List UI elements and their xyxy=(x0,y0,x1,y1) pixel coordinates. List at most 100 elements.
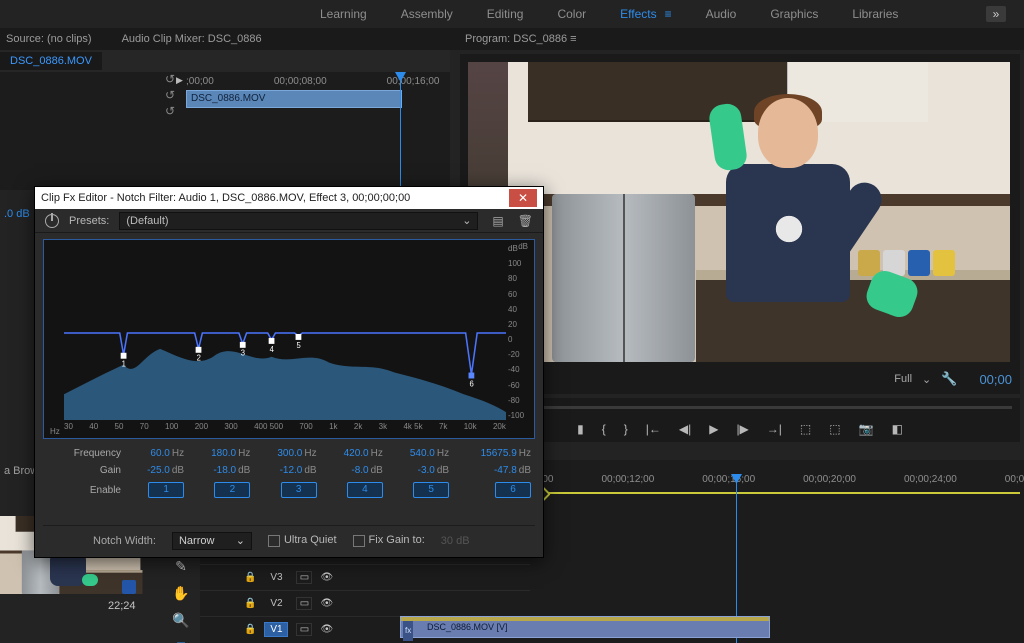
tab-graphics[interactable]: Graphics xyxy=(770,7,818,21)
eye-icon[interactable]: 👁 xyxy=(320,624,333,635)
power-icon[interactable] xyxy=(45,214,59,228)
compare-icon[interactable]: ◧ xyxy=(892,422,903,436)
enable-6[interactable]: 6 xyxy=(495,482,531,498)
gain-6[interactable]: -47.8dB xyxy=(453,462,535,479)
program-timecode[interactable]: 00;00 xyxy=(979,372,1012,387)
lift-icon[interactable]: ⬚ xyxy=(800,422,811,436)
mark-out-icon[interactable]: } xyxy=(624,422,628,436)
preset-delete-icon[interactable]: 🗑 xyxy=(518,214,533,228)
mark-in-icon[interactable]: { xyxy=(602,422,606,436)
sync-lock-icon[interactable]: ▭ xyxy=(296,623,312,636)
enable-3[interactable]: 3 xyxy=(281,482,317,498)
preset-select[interactable]: (Default)⌄ xyxy=(119,212,478,230)
program-video[interactable] xyxy=(468,62,1010,362)
enable-4[interactable]: 4 xyxy=(347,482,383,498)
effects-menu-icon[interactable]: ≡ xyxy=(665,7,672,21)
full-select[interactable]: Full xyxy=(894,373,912,385)
enable-2[interactable]: 2 xyxy=(214,482,250,498)
source-ruler[interactable]: ;00;00 00;00;08;00 00;00;16;00 0 xyxy=(186,72,446,90)
tab-learning[interactable]: Learning xyxy=(320,7,367,21)
program-panel-label[interactable]: Program: DSC_0886 ≡ xyxy=(465,33,577,45)
timeline-ruler[interactable]: 3;00 00;00;12;00 00;00;16;00 00;00;20;00… xyxy=(534,474,1020,494)
step-back-icon[interactable]: ◀| xyxy=(679,422,691,436)
gain-4[interactable]: -8.0dB xyxy=(321,462,387,479)
program-monitor: Fit⌄ Full⌄ 🔧 00;00 xyxy=(460,54,1020,394)
fix-gain-checkbox[interactable]: Fix Gain to: xyxy=(353,534,425,546)
sync-lock-icon[interactable]: ▭ xyxy=(296,571,312,584)
notch-width-select[interactable]: Narrow⌄ xyxy=(172,532,252,550)
gain-2[interactable]: -18.0dB xyxy=(188,462,254,479)
enable-1[interactable]: 1 xyxy=(148,482,184,498)
track-v2[interactable]: 🔒 V2 ▭ 👁 xyxy=(200,590,530,616)
freq-2[interactable]: 180.0Hz xyxy=(188,445,254,462)
track-v3[interactable]: 🔒 V3 ▭ 👁 xyxy=(200,564,530,590)
type-tool-icon[interactable]: T xyxy=(177,639,186,643)
gain-1[interactable]: -25.0dB xyxy=(125,462,188,479)
eye-icon[interactable]: 👁 xyxy=(320,598,333,609)
extract-icon[interactable]: ⬚ xyxy=(829,422,840,436)
tab-libraries[interactable]: Libraries xyxy=(852,7,898,21)
program-scrubber[interactable] xyxy=(460,398,1020,416)
freq-1[interactable]: 60.0Hz xyxy=(125,445,188,462)
go-out-icon[interactable]: →| xyxy=(767,422,782,436)
tab-editing[interactable]: Editing xyxy=(487,7,524,21)
enable-5[interactable]: 5 xyxy=(413,482,449,498)
transport-controls: ▮ { } |← ◀| ▶ |▶ →| ⬚ ⬚ 📷 ◧ xyxy=(460,416,1020,442)
source-panel-label[interactable]: Source: (no clips) xyxy=(6,33,92,45)
freq-4[interactable]: 420.0Hz xyxy=(321,445,387,462)
lock-icon[interactable]: 🔒 xyxy=(244,598,256,609)
notch-width-label: Notch Width: xyxy=(93,535,156,547)
x-axis: 304050 70100200 300400 500700 1k2k3k 4k … xyxy=(64,422,506,436)
work-area-bar[interactable] xyxy=(534,492,1020,494)
gain-3[interactable]: -12.0dB xyxy=(254,462,320,479)
svg-text:1: 1 xyxy=(122,360,126,369)
tab-effects[interactable]: Effects xyxy=(620,7,656,21)
snap-icon[interactable]: ↺ xyxy=(165,72,175,86)
source-monitor: DSC_0886.MOV ↺ ↺ ↺ ▶ ;00;00 00;00;08;00 … xyxy=(0,50,450,190)
svg-text:4: 4 xyxy=(270,345,275,354)
hand-tool-icon[interactable]: ✋ xyxy=(172,585,189,602)
lock-icon[interactable]: 🔒 xyxy=(244,624,256,635)
freq-6[interactable]: 15675.9Hz xyxy=(453,445,535,462)
step-fwd-icon[interactable]: |▶ xyxy=(736,422,748,436)
wrench-icon[interactable]: 🔧 xyxy=(941,371,957,387)
workspace-overflow-icon[interactable]: » xyxy=(986,6,1006,22)
ultra-quiet-checkbox[interactable]: Ultra Quiet xyxy=(268,534,337,546)
db-label: .0 dB xyxy=(4,208,30,220)
source-clip[interactable]: DSC_0886.MOV xyxy=(186,90,402,108)
fx-params: Frequency 60.0Hz 180.0Hz 300.0Hz 420.0Hz… xyxy=(43,445,535,501)
snap-icon-3[interactable]: ↺ xyxy=(165,104,175,118)
close-icon[interactable]: ✕ xyxy=(509,189,537,207)
audio-mixer-label[interactable]: Audio Clip Mixer: DSC_0886 xyxy=(122,33,262,45)
preset-save-icon[interactable]: ▤ xyxy=(492,214,503,228)
thumb-duration: 22;24 xyxy=(108,600,136,612)
freq-5[interactable]: 540.0Hz xyxy=(387,445,453,462)
fx-badge-icon: fx xyxy=(403,621,413,641)
eq-graph[interactable]: dB Hz dB10080 604020 0-20-40 -60-80-100 … xyxy=(43,239,535,439)
freq-3[interactable]: 300.0Hz xyxy=(254,445,320,462)
go-in-icon[interactable]: |← xyxy=(646,422,661,436)
export-frame-icon[interactable]: 📷 xyxy=(859,422,874,436)
tab-audio[interactable]: Audio xyxy=(706,7,737,21)
source-playhead-line xyxy=(400,72,401,192)
tab-color[interactable]: Color xyxy=(557,7,586,21)
gain-5[interactable]: -3.0dB xyxy=(387,462,453,479)
eye-icon[interactable]: 👁 xyxy=(320,572,333,583)
fix-gain-value: 30 dB xyxy=(441,535,470,547)
add-marker-icon[interactable]: ▮ xyxy=(577,422,584,436)
fx-titlebar[interactable]: Clip Fx Editor - Notch Filter: Audio 1, … xyxy=(35,187,543,209)
pen-tool-icon[interactable]: ✎ xyxy=(175,558,187,575)
chevron-down-icon[interactable]: ⌄ xyxy=(922,373,931,386)
tab-assembly[interactable]: Assembly xyxy=(401,7,453,21)
lock-icon[interactable]: 🔒 xyxy=(244,572,256,583)
timeline-clip[interactable]: fx DSC_0886.MOV [V] xyxy=(400,616,770,638)
mini-play-icon[interactable]: ▶ xyxy=(176,75,183,86)
sync-lock-icon[interactable]: ▭ xyxy=(296,597,312,610)
zoom-tool-icon[interactable]: 🔍 xyxy=(172,612,189,629)
eq-curve: 1 2 3 4 5 6 xyxy=(64,246,506,420)
snap-icon-2[interactable]: ↺ xyxy=(165,88,175,102)
presets-label: Presets: xyxy=(69,215,109,227)
play-icon[interactable]: ▶ xyxy=(709,422,718,436)
y-axis: dB10080 604020 0-20-40 -60-80-100 xyxy=(508,244,532,420)
source-tab[interactable]: DSC_0886.MOV xyxy=(0,52,102,70)
